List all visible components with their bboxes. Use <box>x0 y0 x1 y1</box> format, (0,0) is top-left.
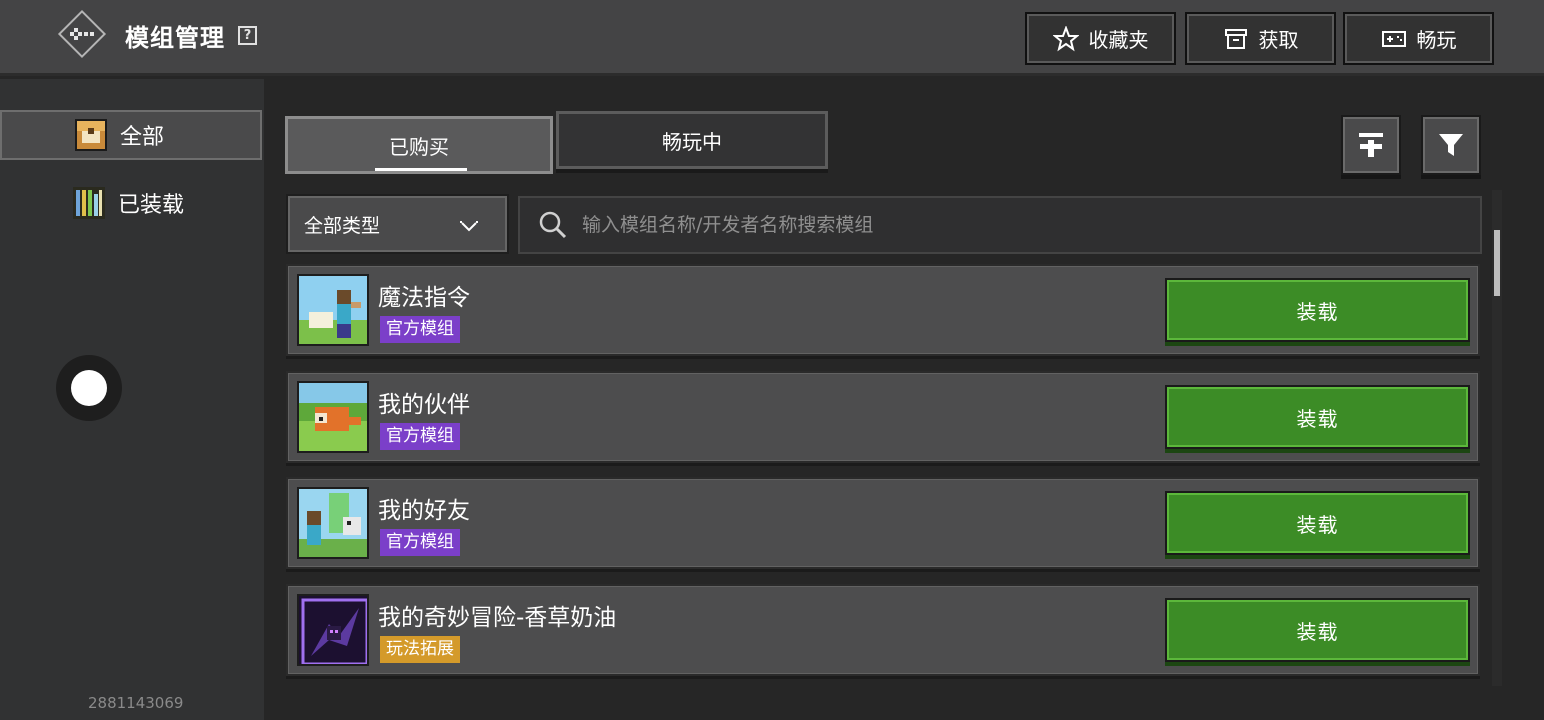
list-item: 我的奇妙冒险-香草奶油 玩法拓展 装载 <box>286 584 1480 676</box>
filter-button[interactable] <box>1421 115 1481 175</box>
list-scrollbar[interactable] <box>1492 190 1502 686</box>
list-item: 我的伙伴 官方模组 装载 <box>286 371 1480 463</box>
tab-purchased[interactable]: 已购买 <box>285 116 553 174</box>
upload-button[interactable] <box>1341 115 1401 175</box>
mod-tag: 玩法拓展 <box>380 636 460 663</box>
tab-playing[interactable]: 畅玩中 <box>556 111 828 169</box>
top-bar: 模组管理 ? 收藏夹 获取 畅玩 <box>0 0 1544 76</box>
back-arrow-icon <box>70 28 94 40</box>
chevron-down-icon <box>460 221 478 232</box>
floating-assist-button[interactable] <box>56 355 122 421</box>
search-icon <box>539 211 567 239</box>
play-button-label: 畅玩 <box>1416 28 1457 52</box>
type-dropdown-value: 全部类型 <box>304 214 381 237</box>
get-button-label: 获取 <box>1258 28 1299 52</box>
list-item: 魔法指令 官方模组 装载 <box>286 264 1480 356</box>
mod-tag: 官方模组 <box>380 316 460 343</box>
mod-name: 魔法指令 <box>378 285 470 311</box>
gamepad-icon <box>1381 30 1406 47</box>
mod-thumbnail <box>297 274 369 346</box>
mod-thumbnail <box>297 594 369 666</box>
tab-purchased-label: 已购买 <box>389 134 449 159</box>
user-id: 2881143069 <box>88 694 184 712</box>
sidebar-item-loaded-label: 已装载 <box>118 193 185 218</box>
load-button[interactable]: 装载 <box>1165 491 1470 555</box>
store-icon <box>1224 28 1247 49</box>
mod-tag: 官方模组 <box>380 529 460 556</box>
load-button[interactable]: 装载 <box>1165 278 1470 342</box>
mod-thumbnail <box>297 381 369 453</box>
sidebar-item-all[interactable]: 全部 <box>0 110 262 160</box>
back-button[interactable] <box>57 9 107 59</box>
help-icon[interactable]: ? <box>238 26 257 45</box>
mod-name: 我的奇妙冒险-香草奶油 <box>378 605 617 631</box>
mod-tag: 官方模组 <box>380 423 460 450</box>
bookshelf-icon <box>73 187 105 219</box>
favorites-button-label: 收藏夹 <box>1088 28 1149 52</box>
list-item: 我的好友 官方模组 装载 <box>286 477 1480 569</box>
scrollbar-thumb[interactable] <box>1494 230 1500 296</box>
get-button[interactable]: 获取 <box>1185 12 1336 65</box>
mod-name: 我的好友 <box>378 498 470 524</box>
search-bar[interactable] <box>518 196 1482 254</box>
favorites-button[interactable]: 收藏夹 <box>1025 12 1176 65</box>
search-input[interactable] <box>582 205 1480 245</box>
mod-name: 我的伙伴 <box>378 392 470 418</box>
sidebar-item-loaded[interactable]: 已装载 <box>0 178 262 228</box>
sidebar: 全部 已装载 2881143069 <box>0 79 264 720</box>
play-button[interactable]: 畅玩 <box>1343 12 1494 65</box>
chest-icon <box>75 119 107 151</box>
filter-icon <box>1439 134 1463 156</box>
upload-icon <box>1359 133 1383 157</box>
star-icon <box>1052 25 1079 51</box>
load-button[interactable]: 装载 <box>1165 598 1470 662</box>
page-title: 模组管理 <box>125 24 225 52</box>
sidebar-item-all-label: 全部 <box>120 125 165 150</box>
mod-thumbnail <box>297 487 369 559</box>
type-dropdown[interactable]: 全部类型 <box>286 194 509 254</box>
floating-assist-dot <box>71 370 107 406</box>
load-button[interactable]: 装载 <box>1165 385 1470 449</box>
tab-active-underline <box>375 168 467 171</box>
mod-list: 魔法指令 官方模组 装载 我的伙伴 官方模组 装载 我的好友 官方模组 装载 我… <box>286 264 1482 694</box>
tab-playing-label: 畅玩中 <box>662 129 722 154</box>
